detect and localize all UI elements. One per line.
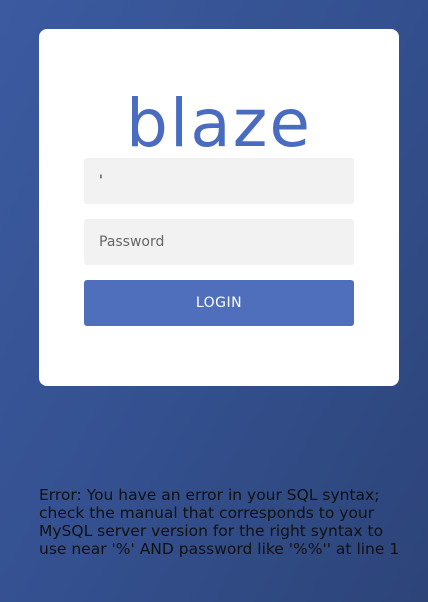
blaze-logo: blaze [126,85,312,162]
login-card: blaze LOGIN [39,29,399,386]
error-message: Error: You have an error in your SQL syn… [39,486,400,558]
login-button[interactable]: LOGIN [84,280,354,326]
username-input[interactable] [84,158,354,204]
password-input[interactable] [84,219,354,265]
